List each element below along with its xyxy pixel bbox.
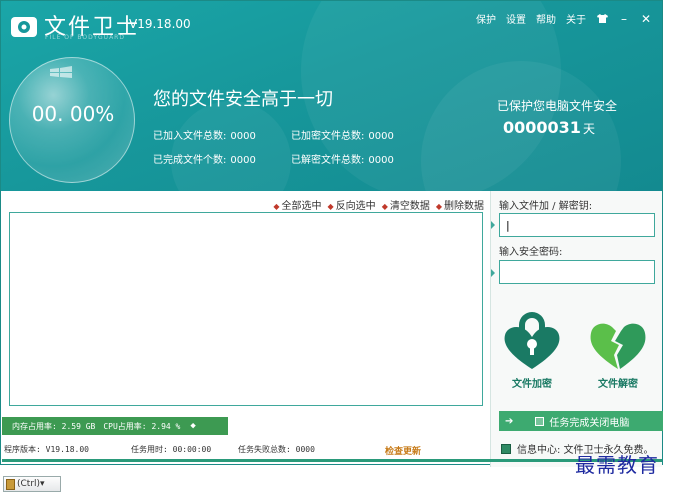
password-arrow-icon (491, 269, 495, 277)
stat-encrypted: 已加密文件总数: 0000 (291, 127, 394, 142)
app-subtitle: FILE OF BODYGUARD (45, 34, 125, 41)
windows-logo-icon (50, 66, 72, 78)
shutdown-checkbox[interactable] (535, 416, 545, 426)
protect-days: 0000031 天 (503, 118, 595, 137)
select-all-link[interactable]: ◆ 全部选中 (273, 197, 321, 212)
auto-shutdown-label: 任务完成关闭电脑 (549, 417, 630, 429)
lock-heart-icon (504, 312, 560, 369)
key-input[interactable] (499, 213, 655, 237)
close-icon[interactable]: ✕ (640, 12, 652, 26)
stat-encrypted-value: 0000 (368, 131, 394, 142)
program-version: 程序版本: V19.18.00 (4, 445, 89, 454)
paste-options-button[interactable]: (Ctrl)▾ (3, 476, 61, 492)
bottom-divider (2, 459, 662, 462)
menu-protect[interactable]: 保护 (476, 11, 496, 26)
decrypt-label: 文件解密 (598, 379, 638, 390)
list-actions: ◆ 全部选中 ◆ 反向选中 ◆ 清空数据 ◆ 删除数据 (273, 197, 484, 212)
menu-help[interactable]: 帮助 (536, 11, 556, 26)
password-label: 输入安全密码: (499, 247, 563, 258)
progress-bubble: 00. 00% (9, 57, 135, 183)
protect-label: 已保护您电脑文件安全 (497, 99, 618, 113)
decrypt-button[interactable]: 文件解密 (583, 309, 653, 390)
progress-percent: 00. 00% (31, 102, 115, 126)
stat-completed: 已完成文件个数: 0000 (153, 151, 256, 166)
menu-about[interactable]: 关于 (566, 11, 586, 26)
password-input[interactable] (499, 260, 655, 284)
task-time: 任务用时: 00:00:00 (131, 445, 212, 454)
key-arrow-icon (491, 221, 495, 229)
protect-days-unit: 天 (582, 122, 595, 136)
check-update-link[interactable]: 检查更新 (385, 444, 421, 457)
memory-usage: 内存占用率: 2.59 GB (12, 421, 96, 431)
stat-decrypted-label: 已解密文件总数: (291, 155, 365, 166)
paste-options-label: (Ctrl)▾ (17, 479, 45, 489)
stat-completed-label: 已完成文件个数: (153, 155, 227, 166)
bullet-icon: ◆ (327, 202, 334, 211)
file-list[interactable] (9, 212, 483, 406)
task-fail-count: 任务失败总数: 0000 (238, 445, 315, 454)
clear-data-label: 清空数据 (389, 201, 430, 212)
app-version: V19.18.00 (129, 17, 191, 31)
bullet-icon: ◆ (381, 202, 388, 211)
clipboard-icon (6, 478, 15, 490)
bullet-icon: ◆ (273, 202, 280, 211)
stat-completed-value: 0000 (230, 155, 256, 166)
key-panel: 输入文件加 / 解密钥: 输入安全密码: 文件加密 文件解密 ➔ 任务完 (490, 191, 663, 467)
stat-added-value: 0000 (230, 131, 256, 142)
cpu-usage: CPU占用率: 2.94 % (103, 421, 181, 431)
top-menu: 保护 设置 帮助 关于 – ✕ (476, 11, 652, 27)
invert-select-link[interactable]: ◆ 反向选中 (328, 197, 376, 212)
watermark: 最需教育 (575, 453, 659, 477)
logo-icon (11, 17, 37, 37)
broken-heart-icon (590, 323, 646, 369)
delete-data-label: 删除数据 (444, 201, 484, 212)
minimize-icon[interactable]: – (618, 12, 630, 26)
file-panel: ◆ 全部选中 ◆ 反向选中 ◆ 清空数据 ◆ 删除数据 (1, 191, 490, 411)
encrypt-label: 文件加密 (512, 379, 552, 390)
info-icon (501, 443, 511, 454)
stat-added-label: 已加入文件总数: (153, 131, 227, 142)
resource-bar: 内存占用率: 2.59 GB CPU占用率: 2.94 % ◆ (2, 417, 228, 435)
skin-icon[interactable] (596, 13, 608, 25)
invert-select-label: 反向选中 (335, 201, 376, 212)
clear-data-link[interactable]: ◆ 清空数据 (382, 197, 430, 212)
menu-settings[interactable]: 设置 (506, 11, 526, 26)
arrow-right-icon: ➔ (505, 415, 514, 427)
stat-decrypted: 已解密文件总数: 0000 (291, 151, 394, 166)
slogan: 您的文件安全高于一切 (153, 89, 333, 110)
header-banner: 文件卫士 FILE OF BODYGUARD V19.18.00 保护 设置 帮… (1, 1, 662, 191)
key-label: 输入文件加 / 解密钥: (499, 201, 593, 212)
protect-days-value: 0000031 (503, 118, 581, 137)
stat-decrypted-value: 0000 (368, 155, 394, 166)
status-line: 程序版本: V19.18.00 任务用时: 00:00:00 任务失败总数: 0… (1, 443, 490, 457)
stat-added: 已加入文件总数: 0000 (153, 127, 256, 142)
encrypt-button[interactable]: 文件加密 (497, 309, 567, 390)
delete-data-link[interactable]: ◆ 删除数据 (436, 197, 484, 212)
bullet-icon: ◆ (435, 202, 442, 211)
bullet-icon: ◆ (190, 421, 196, 431)
stat-encrypted-label: 已加密文件总数: (291, 131, 365, 142)
auto-shutdown-toggle[interactable]: ➔ 任务完成关闭电脑 (499, 411, 663, 431)
select-all-label: 全部选中 (281, 201, 322, 212)
main-window: 文件卫士 FILE OF BODYGUARD V19.18.00 保护 设置 帮… (0, 0, 663, 467)
